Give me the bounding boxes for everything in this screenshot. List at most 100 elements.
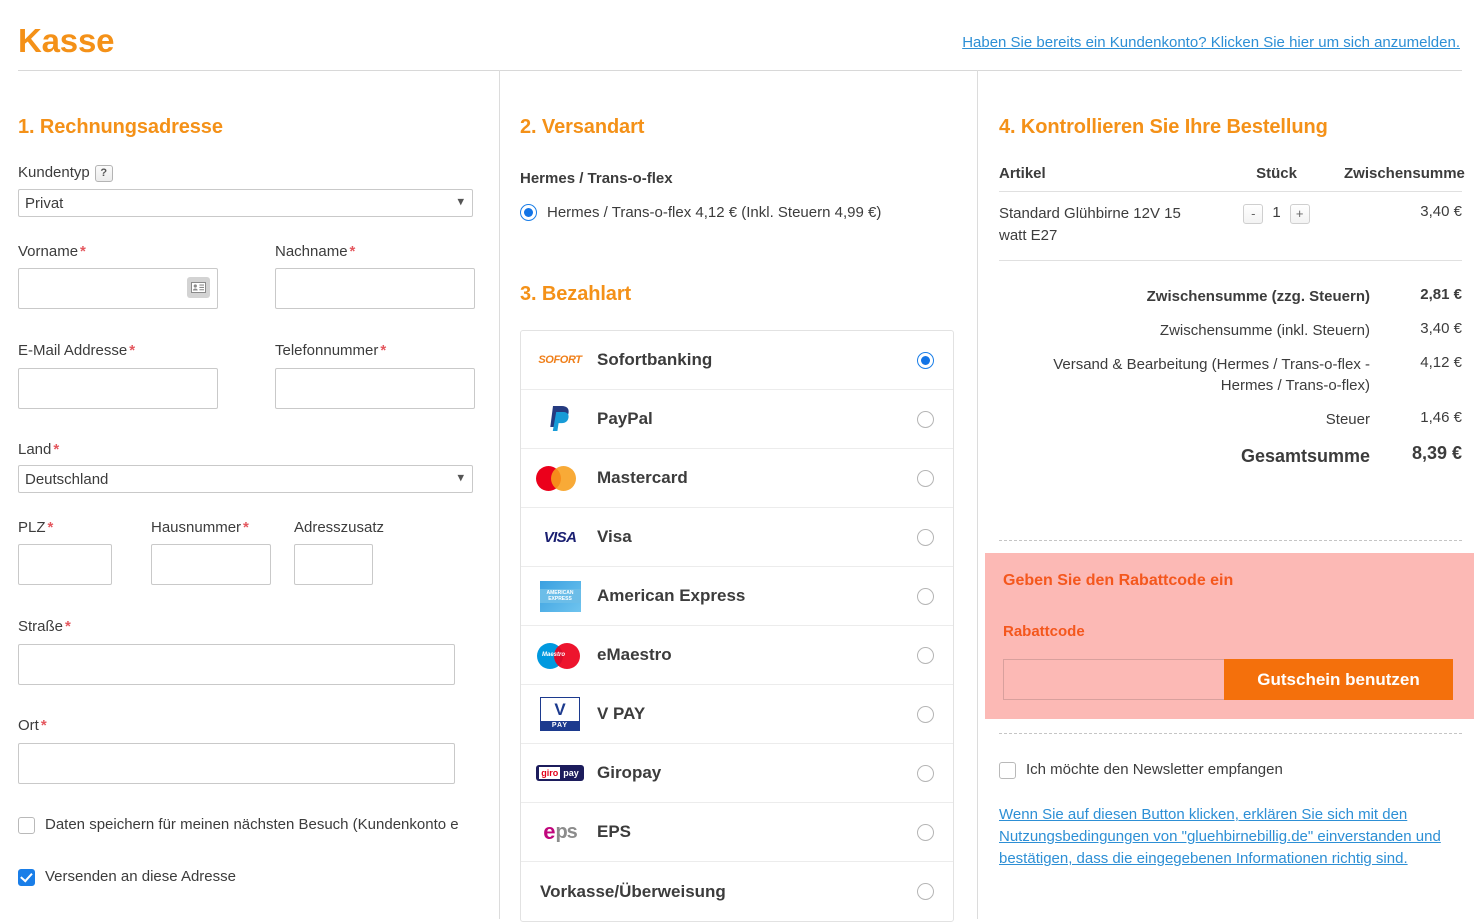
payment-radio-vpay[interactable]: [917, 705, 934, 723]
housenumber-field-wrap: [151, 544, 271, 585]
maestro-logo-text: Maestro: [542, 652, 566, 658]
payment-radio-mastercard[interactable]: [917, 469, 934, 487]
payment-method-eps[interactable]: e ps EPS: [521, 803, 953, 862]
lastname-input[interactable]: [275, 268, 475, 309]
payment-method-label: American Express: [597, 586, 746, 605]
payment-method-mastercard[interactable]: Mastercard: [521, 449, 953, 508]
total-label: Steuer: [1325, 411, 1370, 428]
discount-code-input[interactable]: [1003, 659, 1224, 700]
housenumber-label: Hausnummer *: [151, 519, 249, 536]
save-data-checkbox-row[interactable]: Daten speichern für meinen nächsten Besu…: [18, 816, 538, 834]
address-card-icon[interactable]: [187, 277, 210, 298]
payment-radio-sofortbanking[interactable]: [917, 351, 934, 369]
payment-method-paypal[interactable]: PayPal: [521, 390, 953, 449]
payment-method-giropay[interactable]: giro pay Giropay: [521, 744, 953, 803]
payment-method-label: V PAY: [597, 704, 646, 723]
payment-radio-giropay[interactable]: [917, 764, 934, 782]
sofort-icon: SOFORT: [533, 354, 587, 366]
payment-radio-american-express[interactable]: [917, 587, 934, 605]
grand-total-value: 8,39 €: [1411, 442, 1462, 463]
save-data-checkbox[interactable]: [18, 817, 35, 834]
payment-radio-paypal[interactable]: [917, 410, 934, 428]
required-marker: *: [47, 519, 54, 536]
payment-method-emaestro[interactable]: Maestro eMaestro: [521, 626, 953, 685]
newsletter-checkbox[interactable]: [999, 762, 1016, 779]
ship-here-label: Versenden an diese Adresse: [45, 868, 236, 885]
decrement-button[interactable]: -: [1243, 204, 1264, 224]
column-header-qty: Stück: [1256, 165, 1297, 182]
help-icon[interactable]: ?: [94, 165, 113, 182]
newsletter-label: Ich möchte den Newsletter empfangen: [1026, 761, 1283, 778]
housenumber-input[interactable]: [151, 544, 271, 585]
required-marker: *: [80, 243, 86, 260]
city-input[interactable]: [18, 743, 455, 784]
vpay-v-text: V: [554, 700, 566, 719]
payment-radio-emaestro[interactable]: [917, 646, 934, 664]
lastname-label: Nachname *: [275, 243, 355, 260]
street-field-wrap: [18, 644, 455, 685]
vpay-glyph: V PAY: [540, 697, 580, 731]
payment-method-visa[interactable]: VISA Visa: [521, 508, 953, 567]
terms-link[interactable]: Wenn Sie auf diesen Button klicken, erkl…: [999, 804, 1441, 870]
save-data-label: Daten speichern für meinen nächsten Besu…: [45, 816, 459, 833]
payment-method-label: Sofortbanking: [597, 350, 713, 369]
total-row-subtotal-gross: Zwischensumme (inkl. Steuern) 3,40 €: [999, 314, 1462, 348]
payment-method-sofortbanking[interactable]: SOFORT Sofortbanking: [521, 331, 953, 390]
amex-logo-text: AMERICAN EXPRESS: [539, 589, 581, 603]
country-select[interactable]: Deutschland: [18, 465, 473, 493]
payment-radio-eps[interactable]: [917, 823, 934, 841]
giropay-giro-text: giro: [539, 767, 561, 779]
customer-type-select-wrap: Privat ▾: [18, 189, 473, 217]
increment-button[interactable]: +: [1289, 204, 1310, 224]
payment-method-label: Visa: [597, 527, 632, 546]
quantity-stepper: - 1 +: [1209, 203, 1344, 247]
visa-icon: VISA: [533, 529, 587, 546]
phone-input[interactable]: [275, 368, 475, 409]
payment-radio-visa[interactable]: [917, 528, 934, 546]
total-value: 3,40 €: [1420, 319, 1462, 337]
newsletter-checkbox-row[interactable]: Ich möchte den Newsletter empfangen: [999, 761, 1283, 779]
payment-section-title: 3. Bezahlart: [520, 283, 632, 305]
eps-e-text: e: [543, 819, 556, 844]
payment-method-american-express[interactable]: AMERICAN EXPRESS American Express: [521, 567, 953, 626]
total-label: Zwischensumme (inkl. Steuern): [1159, 321, 1370, 339]
payment-method-vpay[interactable]: V PAY V PAY: [521, 685, 953, 744]
table-row: Standard Glühbirne 12V 15 watt E27 - 1 +…: [999, 192, 1462, 261]
firstname-field-wrap: [18, 268, 218, 309]
city-label: Ort *: [18, 717, 47, 734]
address-extra-input[interactable]: [294, 544, 373, 585]
total-row-tax: Steuer 1,46 €: [999, 403, 1462, 437]
ship-here-checkbox[interactable]: [18, 869, 35, 886]
grand-total-label: Gesamtsumme: [1240, 445, 1370, 466]
login-link[interactable]: Haben Sie bereits ein Kundenkonto? Klick…: [962, 34, 1460, 51]
housenumber-label-text: Hausnummer: [151, 519, 242, 536]
sofort-logo-text: SOFORT: [538, 354, 582, 366]
order-table-header: Artikel Stück Zwischensumme: [999, 165, 1465, 192]
quantity-value: 1: [1272, 204, 1281, 221]
customer-type-label: Kundentyp?: [18, 164, 113, 182]
ship-here-checkbox-row[interactable]: Versenden an diese Adresse: [18, 868, 236, 886]
payment-method-vorkasse[interactable]: Vorkasse/Überweisung: [521, 862, 953, 921]
total-label: Zwischensumme (zzg. Steuern): [1146, 288, 1370, 305]
street-input[interactable]: [18, 644, 455, 685]
divider-above-discount: [999, 540, 1462, 541]
apply-coupon-button[interactable]: Gutschein benutzen: [1224, 659, 1453, 700]
customer-type-select[interactable]: Privat: [18, 189, 473, 217]
visa-logo-text: VISA: [543, 528, 577, 546]
vpay-pay-text: PAY: [541, 721, 579, 730]
zip-input[interactable]: [18, 544, 112, 585]
required-marker: *: [349, 243, 356, 260]
email-label-text: E-Mail Addresse: [18, 342, 128, 359]
amex-glyph: AMERICAN EXPRESS: [539, 580, 581, 612]
customer-type-label-text: Kundentyp: [18, 164, 90, 181]
email-input[interactable]: [18, 368, 218, 409]
shipping-option-radio[interactable]: [520, 204, 537, 221]
phone-label: Telefonnummer *: [275, 342, 386, 359]
shipping-carrier-name: Hermes / Trans-o-flex: [520, 170, 673, 187]
payment-radio-vorkasse[interactable]: [917, 883, 934, 900]
shipping-option-row[interactable]: Hermes / Trans-o-flex 4,12 € (Inkl. Steu…: [520, 204, 881, 221]
page-header: Kasse Haben Sie bereits ein Kundenkonto?…: [0, 0, 1480, 72]
discount-input-row: Gutschein benutzen: [1003, 659, 1453, 700]
country-label: Land *: [18, 441, 59, 458]
paypal-glyph: [550, 406, 569, 431]
